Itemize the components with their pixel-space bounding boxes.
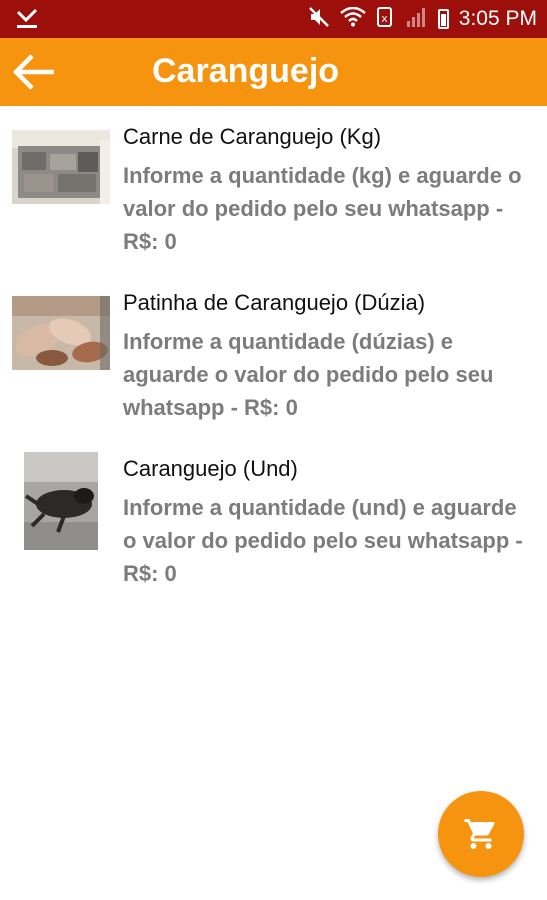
app-bar: Caranguejo [0,38,547,106]
product-image-crab-claws [12,296,110,370]
data-saver-icon: x [376,6,396,33]
download-done-icon [14,8,40,35]
mute-icon [308,6,330,33]
product-description: Informe a quantidade (und) e aguarde o v… [123,495,523,586]
product-list: Carne de Caranguejo (Kg) Informe a quant… [0,106,547,604]
product-item[interactable]: Caranguejo (Und) Informe a quantidade (u… [0,438,547,604]
product-description: Informe a quantidade (kg) e aguarde o va… [123,163,522,254]
product-description: Informe a quantidade (dúzias) e aguarde … [123,329,494,420]
product-title: Patinha de Caranguejo (Dúzia) [123,290,426,315]
battery-icon [437,9,449,29]
page-title: Caranguejo [152,52,340,90]
product-title: Caranguejo (Und) [123,456,298,481]
cart-button[interactable] [438,791,524,877]
product-image-whole-crab [24,452,98,550]
status-icons: x 3:05 PM [308,0,537,38]
wifi-icon [339,6,366,32]
arrow-back-icon [12,54,54,90]
shopping-cart-icon [464,819,495,849]
product-title: Carne de Caranguejo (Kg) [123,124,382,149]
product-item[interactable]: Carne de Caranguejo (Kg) Informe a quant… [0,106,547,272]
svg-text:x: x [381,12,388,25]
product-item[interactable]: Patinha de Caranguejo (Dúzia) Informe a … [0,272,547,438]
product-image-crab-meat [12,130,110,204]
signal-icon [406,6,428,33]
back-button[interactable] [6,46,62,98]
status-time: 3:05 PM [458,7,537,30]
status-bar: x 3:05 PM [0,0,547,38]
